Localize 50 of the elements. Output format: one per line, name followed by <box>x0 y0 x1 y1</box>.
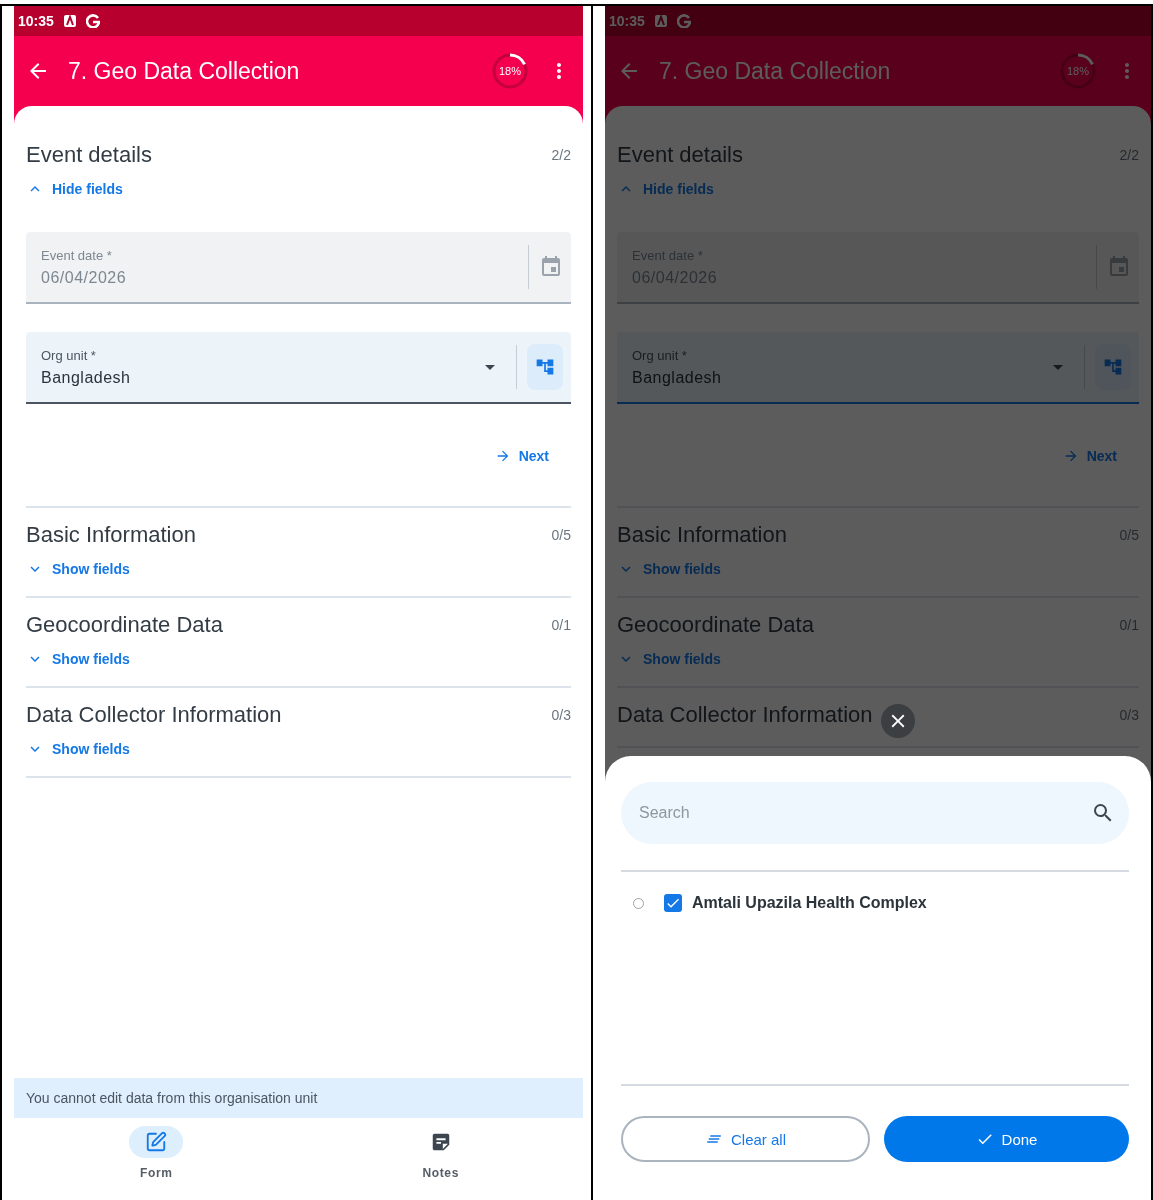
section-title: Event details <box>617 142 743 168</box>
section-title: Basic Information <box>617 522 787 548</box>
edit-icon <box>145 1131 168 1153</box>
toggle-fields-button[interactable]: Show fields <box>26 650 130 668</box>
tree-icon <box>535 357 555 377</box>
field-label: Event date * <box>41 247 113 263</box>
section-title: Data Collector Information <box>617 702 873 728</box>
section-count: 2/2 <box>551 147 571 163</box>
progress-ring-icon <box>491 52 529 90</box>
toggle-fields-button[interactable]: Show fields <box>26 740 130 758</box>
section-title: Geocoordinate Data <box>26 612 223 638</box>
done-button[interactable]: Done <box>884 1116 1129 1162</box>
nav-tab[interactable]: Form <box>14 1126 299 1180</box>
progress-ring-icon <box>1059 52 1097 90</box>
section-count: 0/3 <box>551 707 571 723</box>
org-unit-label: Amtali Upazila Health Complex <box>692 894 927 912</box>
section-title: Basic Information <box>26 522 196 548</box>
tree-icon <box>1103 357 1123 377</box>
field-label: Org unit * <box>632 347 688 363</box>
progress-label: 18% <box>1067 65 1089 77</box>
notification-icon <box>676 14 691 28</box>
progress-label: 18% <box>499 65 521 77</box>
section-title: Data Collector Information <box>26 702 282 728</box>
field-value: 06/04/2026 <box>41 268 128 287</box>
field-value: Bangladesh <box>632 368 723 387</box>
section-title: Geocoordinate Data <box>617 612 814 638</box>
section-count: 0/5 <box>551 527 571 543</box>
screen-title: 7. Geo Data Collection <box>68 57 301 85</box>
info-banner: You cannot edit data from this organisation unit <box>14 1078 583 1118</box>
notification-icon <box>85 14 100 28</box>
section-title: Event details <box>26 142 152 168</box>
notification-icon <box>654 15 667 27</box>
org-tree-button[interactable] <box>527 344 563 390</box>
screen-title: 7. Geo Data Collection <box>659 57 892 85</box>
dropdown-field[interactable]: Org unit * Bangladesh <box>26 332 571 404</box>
field-value: Bangladesh <box>41 368 132 387</box>
field-label: Org unit * <box>41 347 97 363</box>
checkbox[interactable] <box>664 894 682 912</box>
search-field[interactable]: Search <box>621 782 1129 844</box>
dropdown-field[interactable]: Org unit * Bangladesh <box>617 332 1139 404</box>
status-time: 10:35 <box>609 13 645 29</box>
toggle-fields-button[interactable]: Show fields <box>26 560 130 578</box>
section-count: 0/1 <box>551 617 571 633</box>
org-tree-button[interactable] <box>1095 344 1131 390</box>
nav-tab[interactable]: Notes <box>298 1126 583 1180</box>
clear-all-button[interactable]: Clear all <box>621 1116 870 1162</box>
status-time: 10:35 <box>18 13 54 29</box>
next-button[interactable]: Next <box>494 448 549 464</box>
toggle-fields-button[interactable]: Hide fields <box>26 180 123 198</box>
notification-icon <box>63 15 76 27</box>
